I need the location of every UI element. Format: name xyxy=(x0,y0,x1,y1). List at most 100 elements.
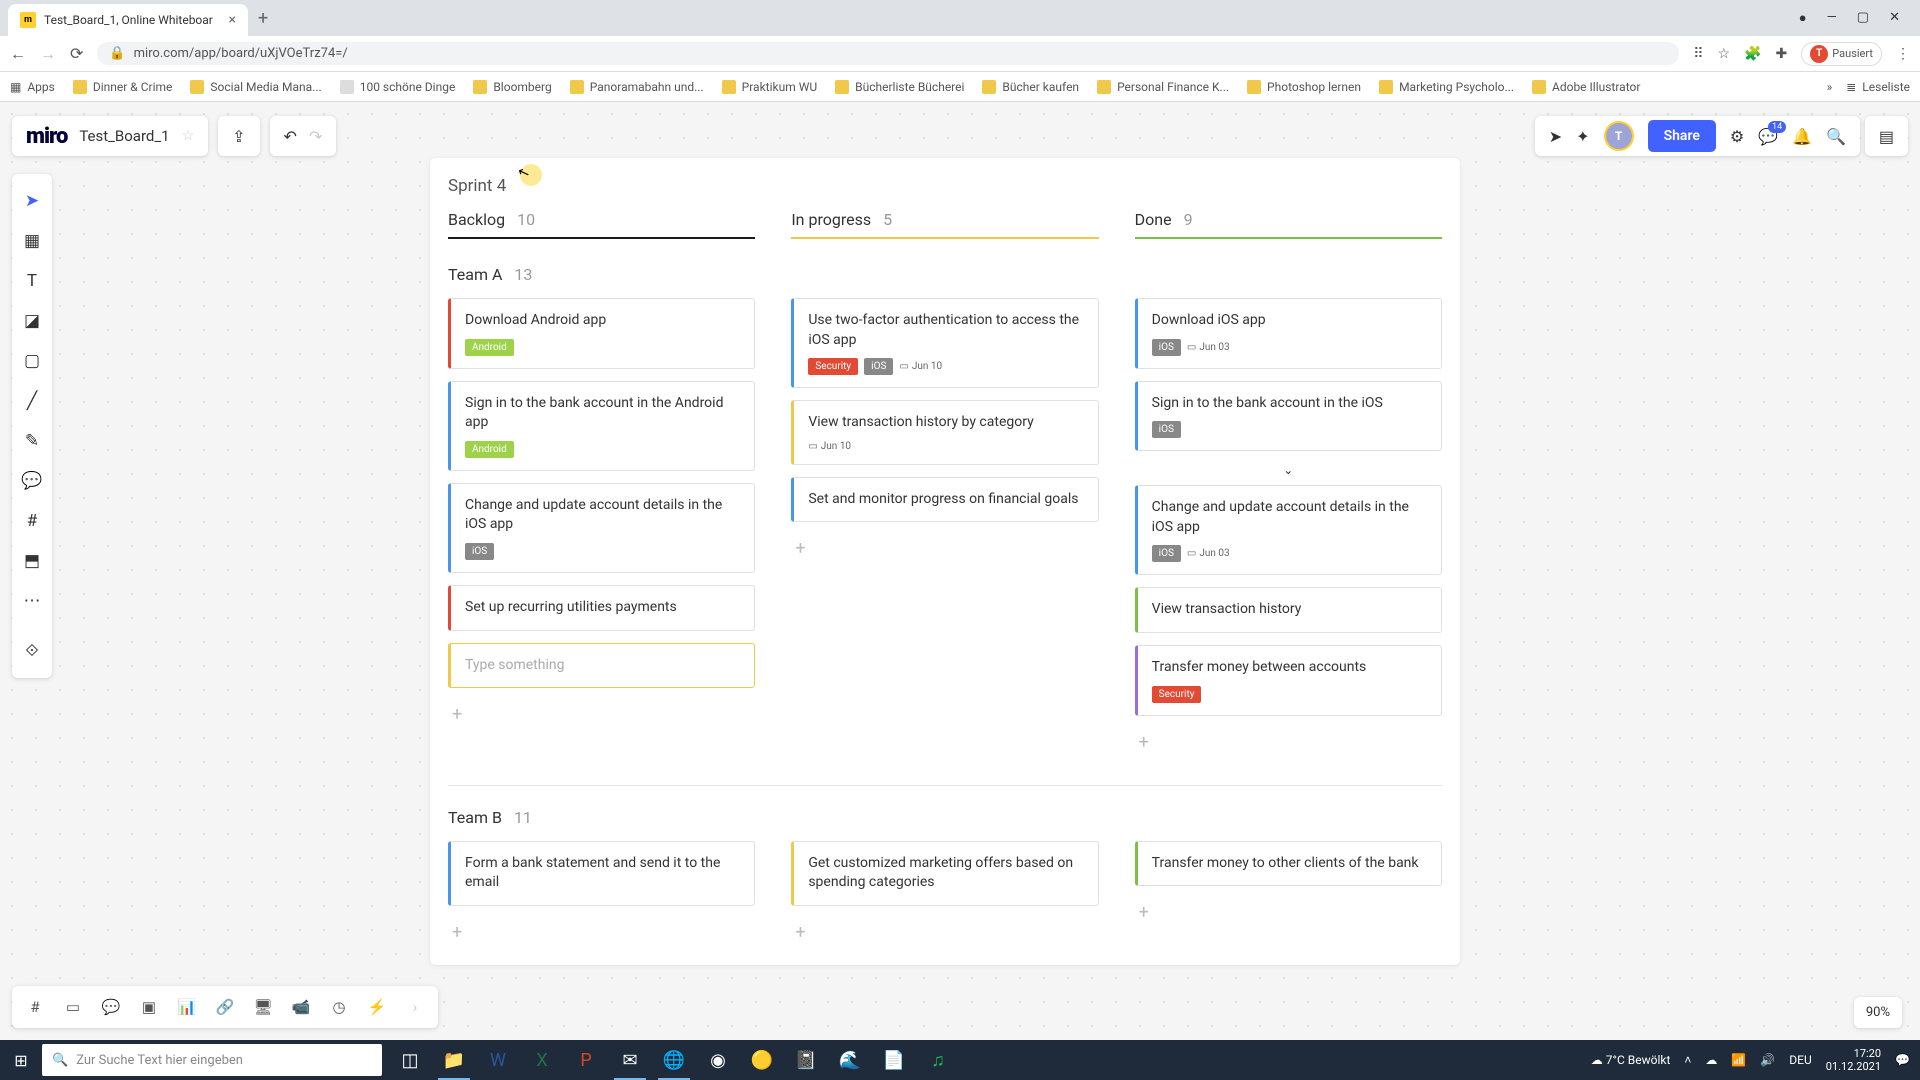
minimize-icon[interactable]: — xyxy=(1827,10,1837,26)
kanban-board[interactable]: Sprint 4 Backlog10 In progress5 Done9 Te… xyxy=(430,158,1460,965)
kanban-card[interactable]: Download Android appAndroid xyxy=(448,298,755,369)
frames-panel-icon[interactable]: # xyxy=(18,992,52,1022)
bookmark-item[interactable]: Praktikum WU xyxy=(722,80,817,94)
bookmark-item[interactable]: Marketing Psycholo... xyxy=(1379,80,1514,94)
menu-icon[interactable]: ⋮ xyxy=(1896,46,1910,62)
comments-icon[interactable]: 💬 xyxy=(1758,127,1778,146)
shape-tool[interactable]: ▢ xyxy=(12,342,52,380)
reactions-icon[interactable]: ✦ xyxy=(1576,127,1589,146)
line-tool[interactable]: ╱ xyxy=(12,382,52,420)
excel-icon[interactable]: X xyxy=(522,1040,562,1080)
explorer-icon[interactable]: 📁 xyxy=(434,1040,474,1080)
add-card-button[interactable]: + xyxy=(1135,898,1442,927)
task-view-icon[interactable]: ◫ xyxy=(390,1040,430,1080)
edge-icon[interactable]: 🌊 xyxy=(830,1040,870,1080)
bolt-icon[interactable]: ⚡ xyxy=(360,992,394,1022)
expand-toolbar-icon[interactable]: › xyxy=(398,992,432,1022)
board-title[interactable]: Sprint 4 xyxy=(430,176,1460,210)
zoom-level[interactable]: 90% xyxy=(1854,997,1902,1028)
bookmark-item[interactable]: Panoramabahn und... xyxy=(570,80,704,94)
bookmark-item[interactable]: Photoshop lernen xyxy=(1247,80,1361,94)
comment-tool[interactable]: 💬 xyxy=(12,462,52,500)
share-link-icon[interactable]: 🔗 xyxy=(208,992,242,1022)
kanban-card[interactable]: Transfer money to other clients of the b… xyxy=(1135,841,1442,887)
swimlane-header[interactable]: Team A13 xyxy=(430,243,1460,298)
word-icon[interactable]: W xyxy=(478,1040,518,1080)
sticky-tool[interactable]: ◪ xyxy=(12,302,52,340)
taskbar-search[interactable]: 🔍 Zur Suche Text hier eingeben xyxy=(42,1044,382,1076)
tray-chevron-icon[interactable]: ˄ xyxy=(1684,1053,1691,1067)
add-card-button[interactable]: + xyxy=(448,700,755,729)
card-icon[interactable]: ▣ xyxy=(132,992,166,1022)
present-icon[interactable]: ▭ xyxy=(56,992,90,1022)
user-avatar[interactable]: T xyxy=(1604,121,1634,151)
miro-logo[interactable]: miro xyxy=(26,124,67,149)
forward-button[interactable]: → xyxy=(40,44,56,64)
bookmark-item[interactable]: Bücher kaufen xyxy=(982,80,1079,94)
kanban-card[interactable]: Use two-factor authentication to access … xyxy=(791,298,1098,388)
column-header-in-progress[interactable]: In progress5 xyxy=(791,210,1098,237)
close-tab-icon[interactable]: × xyxy=(229,12,236,28)
screen-icon[interactable]: 🖥 xyxy=(246,992,280,1022)
kanban-card[interactable]: Set up recurring utilities payments xyxy=(448,585,755,631)
board-name[interactable]: Test_Board_1 xyxy=(79,127,169,145)
weather-widget[interactable]: ☁ 7°C Bewölkt xyxy=(1591,1053,1671,1067)
clock[interactable]: 17:20 01.12.2021 xyxy=(1826,1047,1881,1073)
onedrive-icon[interactable]: ☁ xyxy=(1705,1053,1717,1067)
reading-list-button[interactable]: ≣Leseliste xyxy=(1846,80,1910,94)
bookmark-item[interactable]: 100 schöne Dinge xyxy=(340,80,456,94)
notes-icon[interactable]: 📓 xyxy=(786,1040,826,1080)
kanban-card-placeholder[interactable]: Type something xyxy=(448,643,755,689)
close-window-icon[interactable]: ✕ xyxy=(1889,10,1900,26)
url-input[interactable]: 🔒 miro.com/app/board/uXjVOeTrz74=/ xyxy=(97,42,1679,65)
comments-panel-icon[interactable]: 💬 xyxy=(94,992,128,1022)
add-card-button[interactable]: + xyxy=(791,918,1098,947)
cursor-mode-icon[interactable]: ➤ xyxy=(1549,127,1562,146)
notepad-icon[interactable]: 📄 xyxy=(874,1040,914,1080)
notifications-tray-icon[interactable]: 💬 xyxy=(1895,1053,1910,1067)
settings-icon[interactable]: ⚙ xyxy=(1730,127,1744,146)
chart-icon[interactable]: 📊 xyxy=(170,992,204,1022)
kanban-card[interactable]: Sign in to the bank account in the Andro… xyxy=(448,381,755,471)
add-card-button[interactable]: + xyxy=(1135,728,1442,757)
kanban-card[interactable]: View transaction history xyxy=(1135,587,1442,633)
column-header-backlog[interactable]: Backlog10 xyxy=(448,210,755,237)
undo-icon[interactable]: ↶ xyxy=(284,127,297,146)
kanban-card[interactable]: Form a bank statement and send it to the… xyxy=(448,841,755,906)
app-icon[interactable]: 🟡 xyxy=(742,1040,782,1080)
share-button[interactable]: Share xyxy=(1648,120,1716,152)
browser-tab[interactable]: m Test_Board_1, Online Whiteboar × xyxy=(8,4,248,36)
bookmark-item[interactable]: Social Media Mana... xyxy=(190,80,321,94)
bookmark-item[interactable]: Dinner & Crime xyxy=(73,80,173,94)
notifications-icon[interactable]: 🔔 xyxy=(1792,127,1812,146)
more-tools[interactable]: ⋯ xyxy=(12,582,52,620)
translate-icon[interactable]: ⠿ xyxy=(1693,46,1703,62)
kanban-card[interactable]: Download iOS appiOS▭Jun 03 xyxy=(1135,298,1442,369)
timer-icon[interactable]: ◷ xyxy=(322,992,356,1022)
apps-button[interactable]: ▦Apps xyxy=(10,80,55,94)
redo-icon[interactable]: ↷ xyxy=(309,127,322,146)
language-indicator[interactable]: DEU xyxy=(1789,1053,1811,1067)
settings-dot-icon[interactable]: ● xyxy=(1799,10,1807,26)
star-icon[interactable]: ☆ xyxy=(1718,46,1731,62)
extension-icon[interactable]: 🧩 xyxy=(1744,46,1761,62)
search-icon[interactable]: 🔍 xyxy=(1826,127,1846,146)
bookmark-item[interactable]: Personal Finance K... xyxy=(1097,80,1229,94)
video-icon[interactable]: 📹 xyxy=(284,992,318,1022)
kanban-card[interactable]: Change and update account details in the… xyxy=(448,483,755,573)
powerpoint-icon[interactable]: P xyxy=(566,1040,606,1080)
add-card-button[interactable]: + xyxy=(448,918,755,947)
kanban-card[interactable]: Set and monitor progress on financial go… xyxy=(791,477,1098,523)
upload-tool[interactable]: ⬒ xyxy=(12,542,52,580)
chevron-down-icon[interactable]: ⌄ xyxy=(1135,463,1442,477)
side-panel-icon[interactable]: ▤ xyxy=(1879,127,1894,146)
new-tab-button[interactable]: + xyxy=(248,8,278,29)
kanban-card[interactable]: Get customized marketing offers based on… xyxy=(791,841,1098,906)
bookmark-item[interactable]: Bloomberg xyxy=(473,80,551,94)
bookmarks-overflow-icon[interactable]: » xyxy=(1827,80,1833,94)
chrome-icon[interactable]: 🌐 xyxy=(654,1040,694,1080)
kanban-card[interactable]: Sign in to the bank account in the iOSiO… xyxy=(1135,381,1442,452)
maximize-icon[interactable]: ▢ xyxy=(1857,10,1869,26)
start-button[interactable]: ⊞ xyxy=(0,1040,42,1080)
column-header-done[interactable]: Done9 xyxy=(1135,210,1442,237)
